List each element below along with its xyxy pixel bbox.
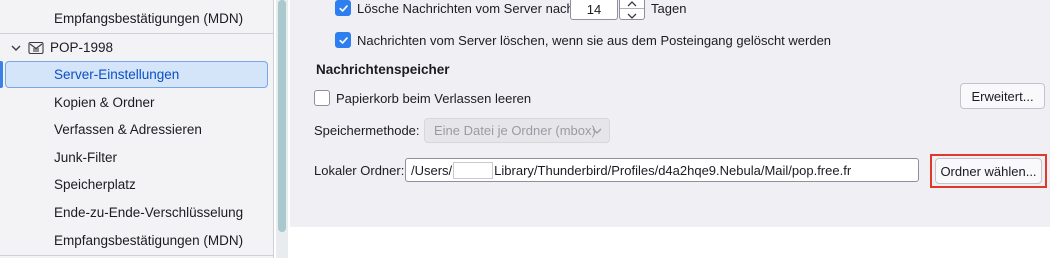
sidebar-item-mdn[interactable]: Empfangsbestätigungen (MDN) xyxy=(54,228,243,254)
sidebar-item-disk-space[interactable]: Speicherplatz xyxy=(54,172,136,198)
sidebar-item-composition[interactable]: Verfassen & Adressieren xyxy=(54,117,202,143)
mail-account-icon xyxy=(28,41,44,55)
sidebar-item-copies-folders[interactable]: Kopien & Ordner xyxy=(54,90,155,116)
account-name: POP-1998 xyxy=(50,40,114,55)
path-start: /Users/ xyxy=(411,162,453,178)
delete-after-days-checkbox[interactable] xyxy=(335,0,351,16)
sidebar-item-server-settings[interactable]: Server-Einstellungen xyxy=(54,62,179,88)
delete-after-days-row: Lösche Nachrichten vom Server nach xyxy=(335,0,574,17)
chevron-down-icon[interactable] xyxy=(626,9,638,19)
sidebar-divider xyxy=(0,255,274,256)
sidebar-divider xyxy=(0,33,274,34)
local-folder-path-input[interactable]: /Users/ Library/Thunderbird/Profiles/d4a… xyxy=(405,158,919,182)
empty-trash-label: Papierkorb beim Verlassen leeren xyxy=(336,90,532,106)
delete-when-removed-label: Nachrichten vom Server löschen, wenn sie… xyxy=(357,32,832,48)
local-folder-row: Lokaler Ordner: xyxy=(314,162,404,178)
days-spinner[interactable] xyxy=(619,0,645,20)
days-unit-row: Tagen xyxy=(651,0,686,16)
empty-area xyxy=(290,227,1050,258)
sidebar-item-label: Empfangsbestätigungen (MDN) xyxy=(54,233,244,248)
account-sidebar: Empfangsbestätigungen (MDN) POP-1998 Ser… xyxy=(0,0,274,258)
sidebar-item-label: Verfassen & Adressieren xyxy=(54,122,202,137)
storage-method-value: Eine Datei je Ordner (mbox) xyxy=(434,123,596,138)
sidebar-item-mdn-previous[interactable]: Empfangsbestätigungen (MDN) xyxy=(54,6,243,32)
sidebar-item-label: Empfangsbestätigungen (MDN) xyxy=(54,11,244,26)
storage-method-label: Speichermethode: xyxy=(314,122,420,138)
empty-trash-row: Papierkorb beim Verlassen leeren xyxy=(314,89,531,107)
checkmark-icon xyxy=(338,36,348,44)
delete-after-days-label: Lösche Nachrichten vom Server nach xyxy=(357,0,574,16)
chevron-down-icon xyxy=(591,125,603,137)
sidebar-account-pop-1998[interactable]: POP-1998 xyxy=(10,35,113,61)
sidebar-item-junk-filter[interactable]: Junk-Filter xyxy=(54,145,117,171)
sidebar-selection-indicator xyxy=(0,61,3,88)
checkmark-icon xyxy=(338,4,348,12)
sidebar-item-label: Server-Einstellungen xyxy=(54,67,180,82)
sidebar-item-e2e-encryption[interactable]: Ende-zu-Ende-Verschlüsselung xyxy=(54,200,243,226)
delete-when-removed-checkbox[interactable] xyxy=(335,32,351,48)
chevron-down-icon[interactable] xyxy=(10,42,22,54)
storage-method-row: Speichermethode: xyxy=(314,122,420,138)
path-end: Library/Thunderbird/Profiles/d4a2hqe9.Ne… xyxy=(494,162,852,178)
empty-trash-checkbox[interactable] xyxy=(314,90,330,106)
storage-method-select[interactable]: Eine Datei je Ordner (mbox) xyxy=(424,118,610,143)
sidebar-item-label: Ende-zu-Ende-Verschlüsselung xyxy=(54,205,244,220)
scrollbar-thumb[interactable] xyxy=(278,0,286,232)
redacted-username xyxy=(453,161,494,179)
days-unit-label: Tagen xyxy=(651,0,687,16)
advanced-button[interactable]: Erweitert... xyxy=(960,83,1045,109)
delete-after-days-input[interactable]: 14 xyxy=(570,0,618,20)
sidebar-item-label: Junk-Filter xyxy=(54,150,118,165)
sidebar-item-label: Kopien & Ordner xyxy=(54,95,155,110)
storage-heading: Nachrichtenspeicher xyxy=(316,62,450,77)
local-folder-label: Lokaler Ordner: xyxy=(314,162,405,178)
chevron-up-icon[interactable] xyxy=(626,0,638,7)
annotation-highlight-box xyxy=(930,154,1047,188)
delete-when-removed-row: Nachrichten vom Server löschen, wenn sie… xyxy=(335,31,831,49)
sidebar-item-label: Speicherplatz xyxy=(54,177,136,192)
